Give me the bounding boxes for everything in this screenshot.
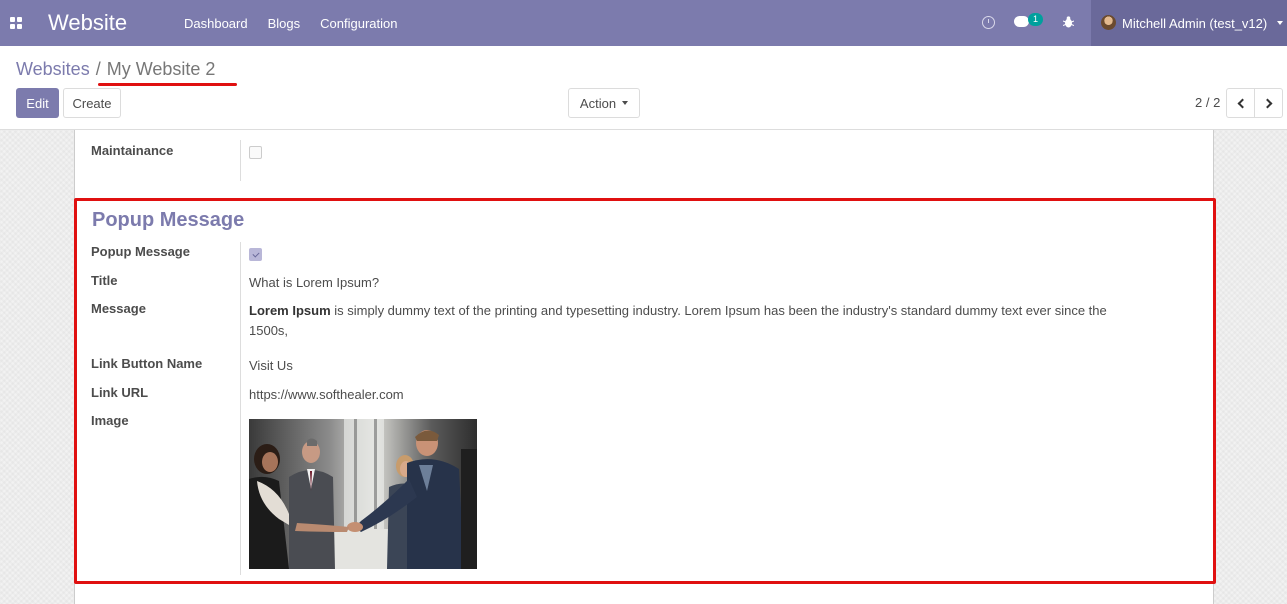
group-title: Popup Message xyxy=(92,209,245,231)
pager-next-button[interactable] xyxy=(1254,88,1283,118)
main-menu: Dashboard Blogs Configuration xyxy=(184,16,397,31)
message-value: Lorem Ipsum is simply dummy text of the … xyxy=(249,301,1139,341)
title-value: What is Lorem Ipsum? xyxy=(249,275,380,290)
menu-blogs[interactable]: Blogs xyxy=(268,16,301,31)
chevron-right-icon xyxy=(1262,98,1272,108)
avatar xyxy=(1101,15,1116,30)
field-divider xyxy=(240,242,241,575)
field-divider xyxy=(240,140,241,181)
message-label: Message xyxy=(91,301,146,316)
menu-configuration[interactable]: Configuration xyxy=(320,16,397,31)
message-text: is simply dummy text of the printing and… xyxy=(249,303,1107,338)
link-button-name-label: Link Button Name xyxy=(91,356,203,371)
popup-message-label: Popup Message xyxy=(91,244,190,259)
user-menu[interactable]: Mitchell Admin (test_v12) xyxy=(1091,0,1287,46)
link-url-value: https://www.softhealer.com xyxy=(249,387,404,402)
popup-image xyxy=(249,419,477,569)
caret-down-icon xyxy=(622,101,629,105)
action-dropdown-button[interactable]: Action xyxy=(568,88,640,118)
chat-icon[interactable] xyxy=(1014,16,1029,27)
breadcrumb: Websites / My Website 2 xyxy=(16,59,215,80)
popup-message-checkbox[interactable] xyxy=(249,248,262,261)
breadcrumb-separator: / xyxy=(95,59,101,79)
activity-clock-icon[interactable] xyxy=(982,16,995,29)
maintainance-label: Maintainance xyxy=(91,143,174,158)
pager-previous-button[interactable] xyxy=(1226,88,1255,118)
link-button-name-value: Visit Us xyxy=(249,358,293,373)
create-button[interactable]: Create xyxy=(63,88,121,118)
breadcrumb-current: My Website 2 xyxy=(106,59,216,79)
link-url-label: Link URL xyxy=(91,385,149,400)
title-label: Title xyxy=(91,273,118,288)
debug-bug-icon[interactable] xyxy=(1063,16,1074,28)
app-title[interactable]: Website xyxy=(48,10,127,36)
edit-button[interactable]: Edit xyxy=(16,88,59,118)
highlight-underline xyxy=(98,83,237,86)
maintainance-checkbox[interactable] xyxy=(249,146,262,159)
pager-value[interactable]: 2 / 2 xyxy=(1195,95,1220,110)
top-navbar: Website Dashboard Blogs Configuration 1 … xyxy=(0,0,1287,46)
chat-count-badge: 1 xyxy=(1028,13,1043,26)
image-label: Image xyxy=(91,413,129,428)
apps-menu-icon[interactable] xyxy=(10,17,22,29)
chevron-left-icon xyxy=(1237,98,1247,108)
breadcrumb-websites[interactable]: Websites xyxy=(16,59,90,80)
highlight-box xyxy=(74,198,1216,584)
caret-down-icon xyxy=(1277,21,1283,25)
user-name: Mitchell Admin (test_v12) xyxy=(1122,16,1268,31)
action-label: Action xyxy=(579,95,617,111)
message-bold-text: Lorem Ipsum xyxy=(249,303,331,318)
menu-dashboard[interactable]: Dashboard xyxy=(184,16,248,31)
